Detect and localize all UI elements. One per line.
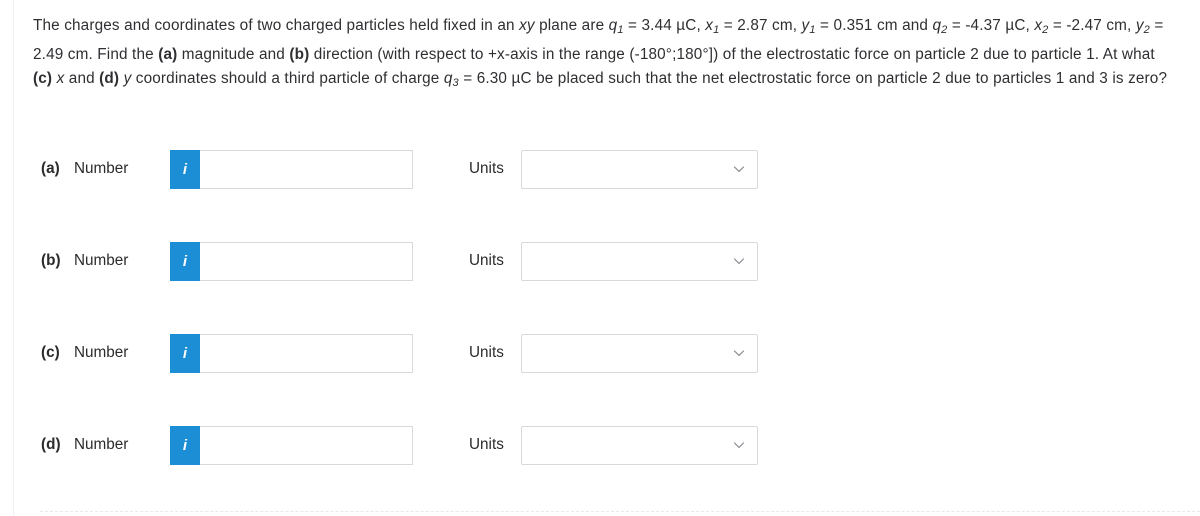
question-segment: coordinates should a third particle of c… [131,70,444,88]
number-input-group-d: i [170,425,413,465]
question-segment: and [64,70,100,88]
number-input-group-a: i [170,149,413,189]
units-select-wrap-d [520,425,758,465]
answer-row-d: (d) Number i Units [0,421,1200,513]
info-icon[interactable]: i [170,241,200,281]
q3-value: = 6.30 µC [458,70,532,88]
number-label-d: Number [74,436,129,453]
part-a-marker: (a) [158,45,178,63]
y1-value: = 0.351 cm and [815,17,929,34]
number-input-group-c: i [170,333,413,373]
units-label-b: Units [469,252,504,269]
q2-value: = -4.37 µC, [947,17,1035,34]
part-b-marker: (b) [289,45,310,63]
q3-symbol: q [443,70,453,88]
part-c-marker: (c) [33,70,53,88]
bottom-divider [40,511,1200,513]
units-label-d: Units [469,436,504,453]
x1-symbol: x [705,17,714,34]
number-input-d[interactable] [200,425,413,465]
x2-symbol: x [1034,17,1043,34]
q2-symbol: q [932,17,942,34]
question-page: The charges and coordinates of two charg… [0,0,1200,516]
units-select-b[interactable] [520,241,758,281]
units-label-c: Units [469,344,504,361]
answer-row-b: (b) Number i Units [0,237,1200,329]
units-select-c[interactable] [520,333,758,373]
answer-rows: (a) Number i Units (b) Number i Units (c… [0,145,1200,513]
units-select-d[interactable] [520,425,758,465]
question-segment: direction (with respect to +x-axis in th… [309,45,736,63]
row-label-a: (a) [41,160,60,177]
question-segment: The charges and coordinates of two charg… [33,17,520,34]
info-icon[interactable]: i [170,333,200,373]
units-select-a[interactable] [520,149,758,189]
q1-value: = 3.44 µC, [623,17,706,34]
number-input-b[interactable] [200,241,413,281]
answer-row-a: (a) Number i Units [0,145,1200,237]
xy-plane-variable: xy [519,17,535,34]
question-text: The charges and coordinates of two charg… [33,14,1173,96]
number-label-c: Number [74,344,129,361]
question-segment: plane are [534,17,609,34]
number-input-group-b: i [170,241,413,281]
number-input-c[interactable] [200,333,413,373]
x1-value: = 2.87 cm, [719,17,802,34]
question-segment: the electrostatic force on particle 2 du… [740,45,1155,63]
y2-symbol: y [1135,17,1144,34]
x2-value: = -2.47 cm, [1048,17,1136,34]
info-icon[interactable]: i [170,425,200,465]
part-d-marker: (d) [99,70,120,88]
row-label-c: (c) [41,344,60,361]
units-select-wrap-b [520,241,758,281]
question-segment: magnitude and [177,45,290,63]
info-icon[interactable]: i [170,149,200,189]
number-label-b: Number [74,252,129,269]
answer-row-c: (c) Number i Units [0,329,1200,421]
units-label-a: Units [469,160,504,177]
row-label-b: (b) [41,252,61,269]
number-label-a: Number [74,160,129,177]
units-select-wrap-a [520,149,758,189]
units-select-wrap-c [520,333,758,373]
row-label-d: (d) [41,436,61,453]
question-segment: be placed such that the net electrostati… [536,70,1168,88]
number-input-a[interactable] [200,149,413,189]
